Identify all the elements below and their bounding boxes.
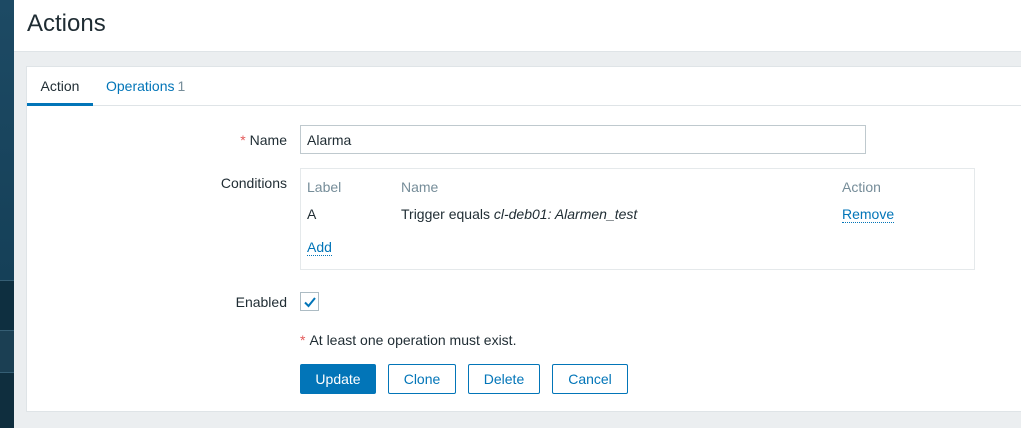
page-title: Actions [27,10,106,37]
operations-warning: * At least one operation must exist. [300,332,516,348]
tab-action[interactable]: Action [27,67,93,106]
condition-name-prefix: Trigger equals [401,206,494,222]
sidebar-strip [0,0,14,428]
enabled-label: Enabled [235,294,287,310]
name-label-text: Name [249,132,287,148]
enabled-checkbox[interactable] [300,292,319,311]
condition-row-label: A [307,206,317,222]
conditions-header-label: Label [307,179,342,195]
checkmark-icon [304,297,316,308]
sidebar-divider [0,372,14,373]
conditions-table: Label Name Action A Trigger equals cl-de… [300,168,975,270]
page-header: Actions [14,0,1021,52]
tab-operations-count: 1 [177,78,186,94]
warning-marker: * [300,332,306,348]
conditions-header-action: Action [842,179,881,195]
tab-action-label: Action [40,78,80,94]
sidebar-divider [0,280,14,281]
condition-add-link[interactable]: Add [307,239,332,256]
condition-row-name: Trigger equals cl-deb01: Alarmen_test [401,206,637,222]
condition-remove-link[interactable]: Remove [842,206,895,223]
tab-bar: Action Operations 1 [27,67,1021,106]
sidebar-divider [0,330,14,331]
required-marker: * [240,132,246,148]
delete-button[interactable]: Delete [468,364,540,394]
clone-button[interactable]: Clone [388,364,456,394]
name-input[interactable] [300,125,866,154]
update-button[interactable]: Update [300,364,376,394]
tab-operations-label: Operations [106,78,175,94]
conditions-header-name: Name [401,179,439,195]
warning-text: At least one operation must exist. [309,332,517,348]
tab-operations[interactable]: Operations 1 [106,67,185,106]
action-form-panel: Action Operations1 *Name Conditions Labe… [26,66,1021,412]
condition-name-trigger: cl-deb01: Alarmen_test [493,206,638,222]
conditions-label: Conditions [220,175,287,191]
cancel-button[interactable]: Cancel [552,364,628,394]
name-label: * Name [240,132,287,148]
